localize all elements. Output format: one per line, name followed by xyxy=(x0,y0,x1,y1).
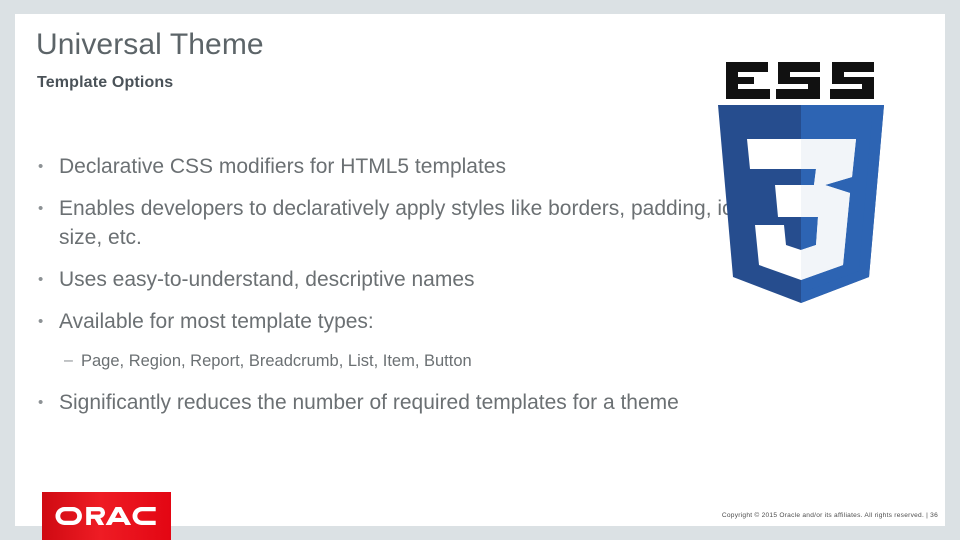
bullet-dot-icon: • xyxy=(38,313,44,330)
list-item: • Significantly reduces the number of re… xyxy=(38,388,858,417)
bullet-dot-icon: • xyxy=(38,394,44,411)
list-item-label: Available for most template types: xyxy=(59,310,374,333)
bullet-dash-icon: – xyxy=(64,352,73,369)
oracle-logo xyxy=(42,492,171,540)
list-item: • Available for most template types: xyxy=(38,307,858,336)
page-subtitle: Template Options xyxy=(37,74,174,91)
sub-list-item-label: Page, Region, Report, Breadcrumb, List, … xyxy=(81,352,472,370)
bullet-dot-icon: • xyxy=(38,158,44,175)
list-item-label: Significantly reduces the number of requ… xyxy=(59,391,679,414)
footer-copyright: Copyright © 2015 Oracle and/or its affil… xyxy=(721,512,938,519)
bullet-dot-icon: • xyxy=(38,271,44,288)
bullet-dot-icon: • xyxy=(38,200,44,217)
css3-shield-icon xyxy=(718,105,884,303)
page-title: Universal Theme xyxy=(36,28,264,61)
sub-list-item: – Page, Region, Report, Breadcrumb, List… xyxy=(64,349,858,373)
css3-wordmark-icon xyxy=(726,62,874,99)
oracle-wordmark-icon xyxy=(54,507,156,525)
css3-logo xyxy=(706,58,896,303)
slide-frame: Universal Theme Template Options • Decla… xyxy=(0,0,960,540)
